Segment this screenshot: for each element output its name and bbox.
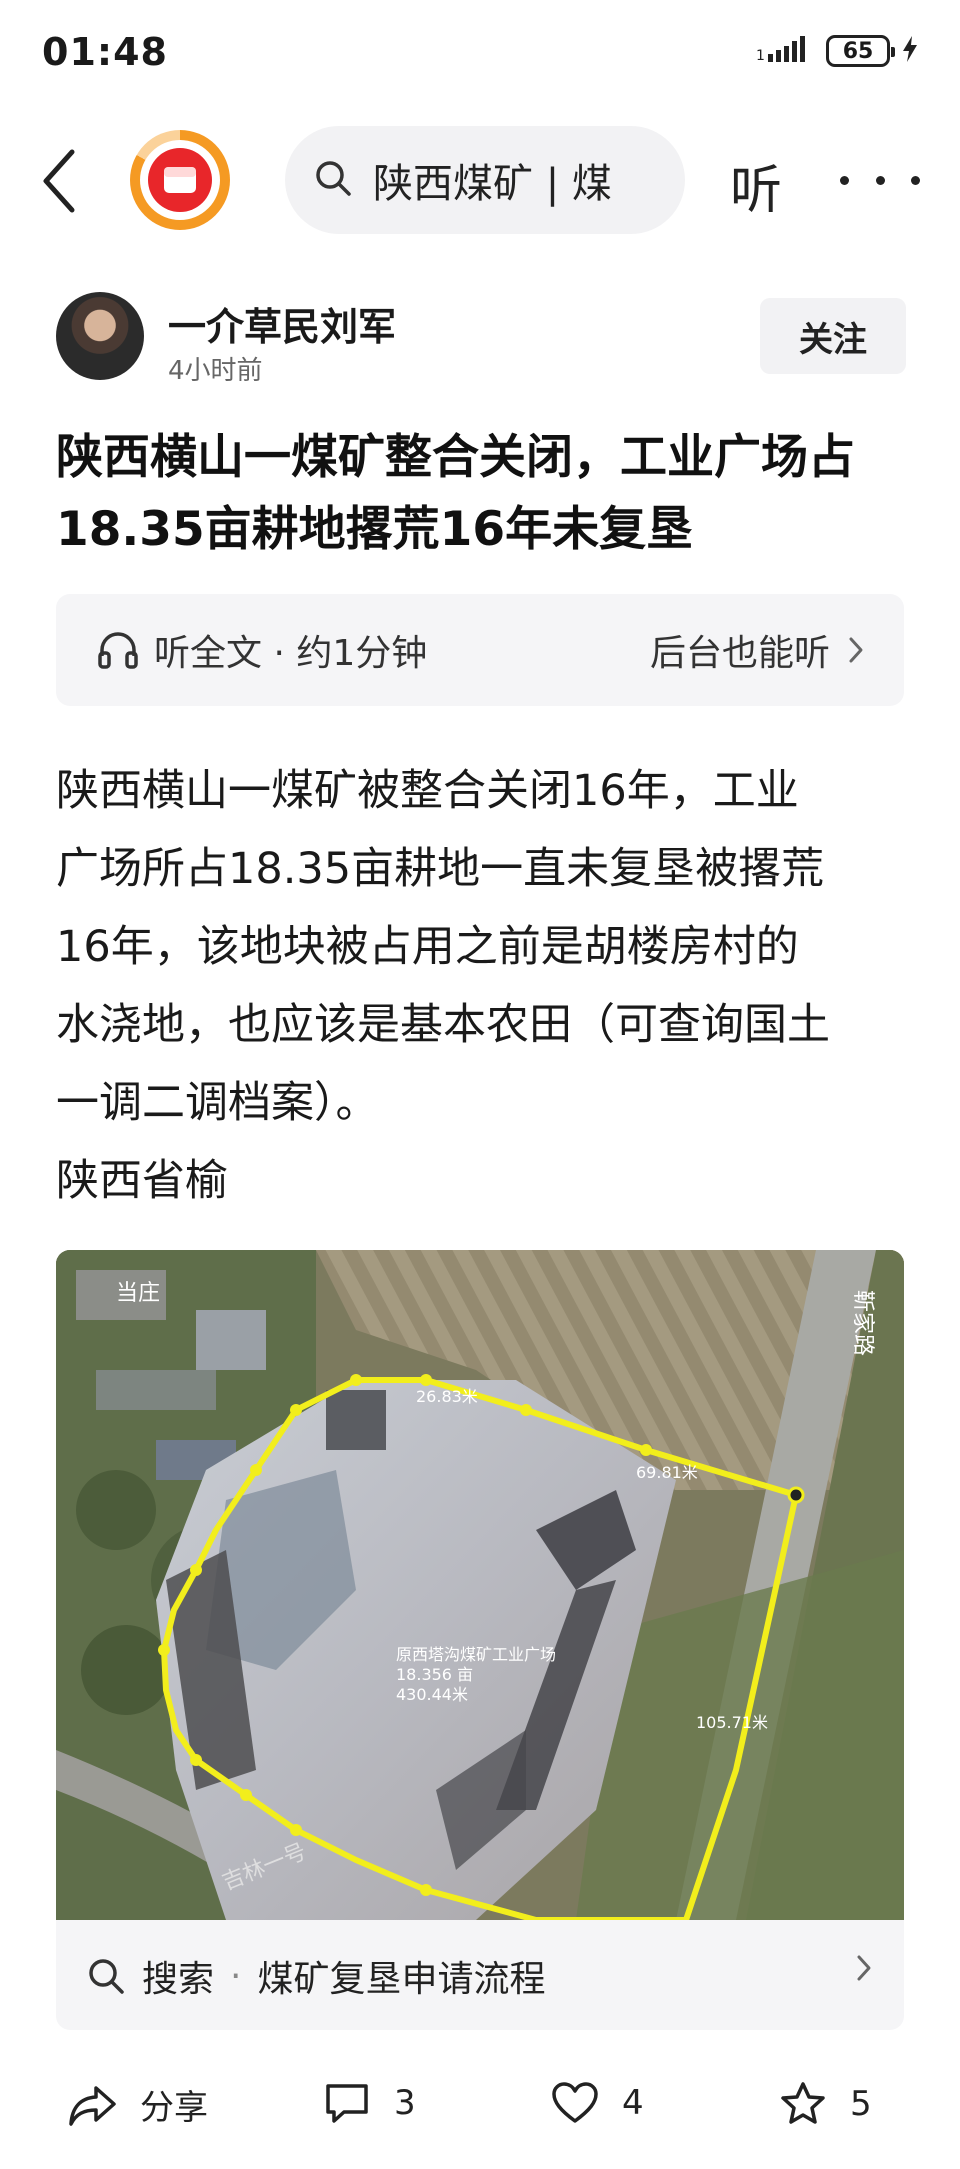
search-icon (89, 1959, 124, 1994)
listen-full-bar[interactable]: 听全文 · 约1分钟 后台也能听 (56, 594, 904, 706)
map-label-village: 当庄 (116, 1281, 160, 1306)
satellite-map-image[interactable]: 当庄 26.83米 69.81米 105.71米 原西塔沟煤矿工业广场 18.3… (56, 1250, 904, 1920)
battery-icon: 65 (826, 35, 895, 67)
map-label-right-top: 69.81米 (636, 1463, 698, 1482)
follow-button[interactable]: 关注 (760, 298, 906, 374)
action-bar: 分享 3 4 5 (0, 2060, 960, 2150)
share-label: 分享 (140, 2088, 208, 2128)
chevron-left-icon (43, 149, 75, 213)
comment-count: 3 (394, 2083, 416, 2123)
like-button[interactable]: 4 (550, 2080, 644, 2126)
body-line: 广场所占18.35亩耕地一直未复垦被撂荒 (56, 844, 825, 894)
suggestion-separator: · (230, 1955, 242, 1997)
suggestion-prefix: 搜索 (142, 1959, 215, 2000)
body-line: 16年，该地块被占用之前是胡楼房村的 (56, 922, 799, 972)
back-button[interactable] (40, 148, 90, 218)
dot (840, 175, 849, 185)
map-label-top: 26.83米 (416, 1387, 478, 1406)
headphones-icon (98, 632, 138, 669)
map-label-right: 105.71米 (696, 1713, 768, 1732)
search-icon (313, 158, 353, 202)
suggestion-content: 搜索 · 煤矿复垦申请流程 (86, 1950, 545, 2002)
title-line: 18.35亩耕地撂荒16年未复垦 (56, 502, 694, 557)
listen-full-label: 听全文 · 约1分钟 (154, 633, 428, 674)
news-logo-icon (164, 167, 196, 193)
favorite-count: 5 (850, 2084, 872, 2124)
chevron-right-icon (857, 1955, 871, 1981)
listen-full-button[interactable]: 听全文 · 约1分钟 (96, 624, 427, 676)
dot (911, 175, 920, 185)
listen-button[interactable]: 听 (730, 148, 782, 223)
dot (875, 175, 885, 185)
comment-button[interactable]: 3 (322, 2080, 416, 2126)
like-count: 4 (622, 2083, 644, 2123)
comment-icon (326, 2084, 368, 2123)
article-title: 陕西横山一煤矿整合关闭，工业广场占 18.35亩耕地撂荒16年未复垦 (56, 422, 916, 566)
title-line: 陕西横山一煤矿整合关闭，工业广场占 (56, 430, 855, 485)
article-body: 陕西横山一煤矿被整合关闭16年，工业 广场所占18.35亩耕地一直未复垦被撂荒 … (56, 752, 916, 1142)
signal-icon: 1 (756, 34, 816, 68)
map-label-perimeter: 430.44米 (396, 1685, 468, 1704)
author-avatar[interactable] (56, 292, 144, 380)
favorite-button[interactable]: 5 (778, 2080, 872, 2128)
body-line: 一调二调档案）。 (56, 1078, 379, 1128)
svg-text:1: 1 (756, 48, 765, 64)
background-listen-button[interactable]: 后台也能听 (650, 624, 864, 676)
map-label-site: 原西塔沟煤矿工业广场 (396, 1645, 556, 1664)
background-listen-label: 后台也能听 (649, 633, 830, 674)
status-indicators: 1 65 (756, 34, 920, 68)
location-line: 陕西省榆 (56, 1156, 228, 1206)
chevron-right-icon (849, 637, 863, 663)
share-icon (69, 2085, 116, 2126)
author-name[interactable]: 一介草民刘军 (168, 296, 396, 351)
body-line: 水浇地，也应该是基本农田（可查询国土 (56, 1000, 830, 1050)
star-icon (781, 2082, 825, 2124)
suggestion-query: 煤矿复垦申请流程 (257, 1959, 546, 2000)
app-logo[interactable] (130, 130, 230, 230)
body-line: 陕西横山一煤矿被整合关闭16年，工业 (56, 766, 799, 816)
map-label-area: 18.356 亩 (396, 1665, 473, 1684)
search-suggestion[interactable]: 搜索 · 煤矿复垦申请流程 (56, 1920, 904, 2030)
search-bar[interactable]: 陕西煤矿 | 煤 (285, 126, 685, 234)
charging-icon (900, 34, 920, 68)
battery-level: 65 (842, 38, 874, 64)
search-query: 陕西煤矿 | 煤 (373, 161, 612, 207)
more-options-button[interactable] (840, 160, 920, 200)
map-label-road-right: 靳家路 (850, 1290, 875, 1356)
share-button[interactable]: 分享 (68, 2080, 208, 2129)
status-time: 01:48 (42, 30, 168, 74)
heart-icon (552, 2082, 598, 2123)
post-time: 4小时前 (168, 356, 263, 386)
